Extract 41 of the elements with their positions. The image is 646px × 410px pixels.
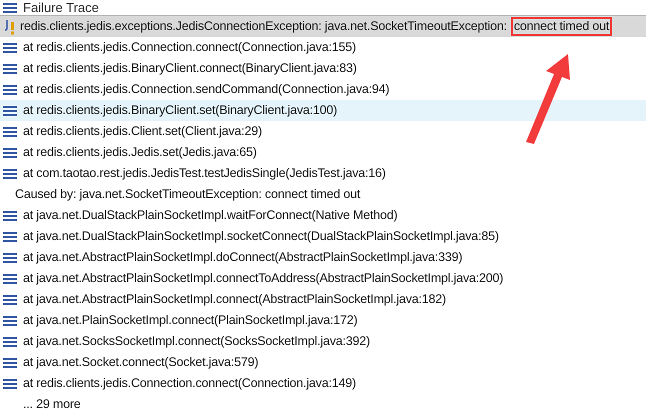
trace-text: redis.clients.jedis.exceptions.JedisConnectionException: java.net.SocketTimeoutException: <box>20 18 507 36</box>
stack-frame-icon <box>3 274 17 284</box>
exception-icon <box>3 18 17 34</box>
stack-frame-icon <box>3 64 17 74</box>
trace-text: at redis.clients.jedis.Connection.connect(Connection.java:155) <box>23 39 356 56</box>
stack-frame-icon <box>3 358 17 368</box>
trace-text: at java.net.AbstractPlainSocketImpl.connect(AbstractPlainSocketImpl.java:182) <box>23 291 446 308</box>
stack-frame-icon <box>3 378 17 388</box>
stack-frame-icon <box>3 84 17 94</box>
stack-frame-icon <box>3 232 17 242</box>
stack-frame-icon <box>3 336 17 346</box>
trace-text: at redis.clients.jedis.Connection.connect(Connection.java:149) <box>23 375 356 392</box>
stack-frame-icon <box>3 210 17 220</box>
stack-frame-icon <box>3 316 17 326</box>
trace-row[interactable]: at redis.clients.jedis.BinaryClient.set(BinaryClient.java:100) <box>0 100 646 121</box>
trace-text: Caused by: java.net.SocketTimeoutException: connect timed out <box>15 186 360 204</box>
stack-frame-icon <box>3 106 17 116</box>
stack-frame-icon <box>3 168 17 178</box>
trace-text: at redis.clients.jedis.BinaryClient.set(BinaryClient.java:100) <box>23 102 338 120</box>
stack-frame-icon <box>3 42 17 52</box>
stack-frame-icon <box>3 252 17 262</box>
highlighted-message: connect timed out <box>510 17 612 36</box>
stack-frame-icon <box>3 148 17 158</box>
trace-text: at java.net.SocksSocketImpl.connect(SocksSocketImpl.java:392) <box>23 333 370 350</box>
trace-text: at java.net.Socket.connect(Socket.java:579) <box>23 354 258 372</box>
trace-text: at redis.clients.jedis.BinaryClient.connect(BinaryClient.java:83) <box>23 60 357 78</box>
trace-text: at java.net.DualStackPlainSocketImpl.waitForConnect(Native Method) <box>23 207 398 224</box>
trace-text: at java.net.DualStackPlainSocketImpl.socketConnect(DualStackPlainSocketImpl.java:85) <box>23 228 499 246</box>
trace-text: at java.net.PlainSocketImpl.connect(PlainSocketImpl.java:172) <box>23 312 358 330</box>
trace-text: at redis.clients.jedis.Client.set(Client.java:29) <box>23 123 262 140</box>
trace-row[interactable]: redis.clients.jedis.exceptions.JedisConnectionException: java.net.SocketTimeoutException: connect timed out <box>0 16 646 37</box>
trace-text: at java.net.AbstractPlainSocketImpl.doConnect(AbstractPlainSocketImpl.java:339) <box>23 249 462 266</box>
stack-frame-icon <box>3 294 17 304</box>
stack-frame-icon <box>3 126 17 136</box>
trace-text: ... 29 more <box>23 396 81 410</box>
trace-text: at redis.clients.jedis.Jedis.set(Jedis.java:65) <box>23 144 257 162</box>
trace-text: at redis.clients.jedis.Connection.sendCommand(Connection.java:94) <box>23 81 390 98</box>
panel-title: Failure Trace <box>23 0 99 17</box>
menu-icon <box>3 2 17 12</box>
trace-text: at com.taotao.rest.jedis.JedisTest.testJedisSingle(JedisTest.java:16) <box>23 165 386 182</box>
trace-text: at java.net.AbstractPlainSocketImpl.connectToAddress(AbstractPlainSocketImpl.java:200) <box>23 270 504 288</box>
